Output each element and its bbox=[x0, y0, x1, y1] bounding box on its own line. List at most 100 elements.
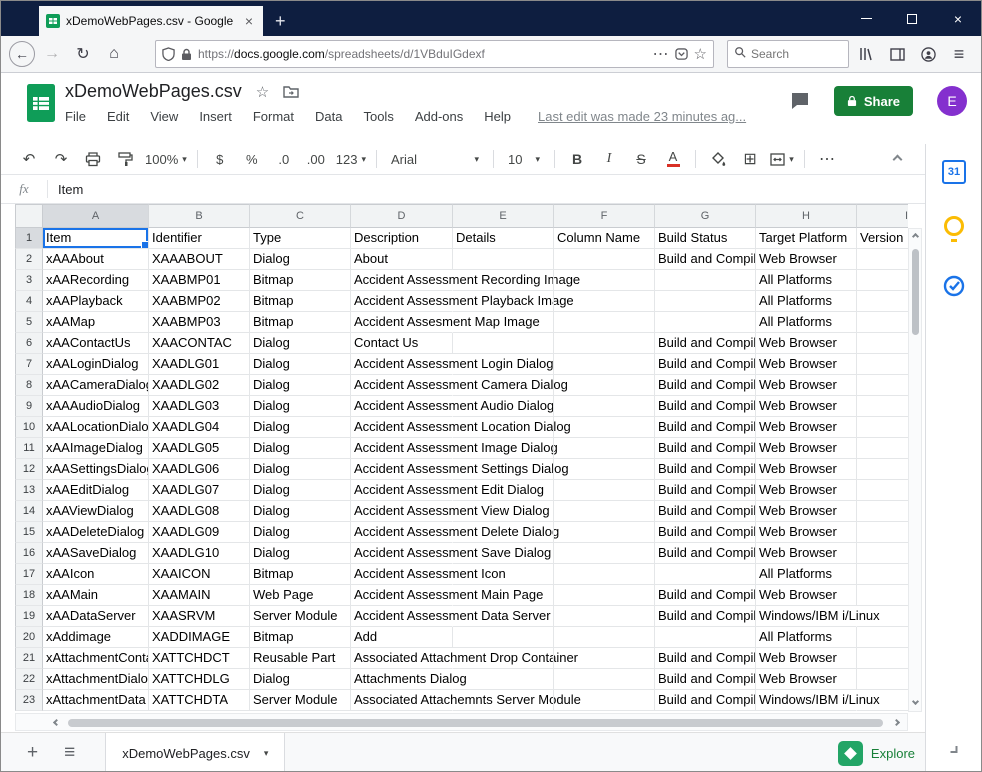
cell-h9[interactable]: Web Browser bbox=[756, 396, 857, 417]
cell-c12[interactable]: Dialog bbox=[250, 459, 351, 480]
cell-g6[interactable]: Build and Compile bbox=[655, 333, 756, 354]
cell-f4[interactable] bbox=[554, 291, 655, 312]
cell-i10[interactable] bbox=[857, 417, 908, 438]
formula-bar[interactable]: fx Item bbox=[1, 175, 925, 204]
cell-c3[interactable]: Bitmap bbox=[250, 270, 351, 291]
cell-e14[interactable] bbox=[453, 501, 554, 522]
cell-d17[interactable]: Accident Assessment Icon bbox=[351, 564, 453, 585]
menu-insert[interactable]: Insert bbox=[199, 109, 232, 124]
row-header-16[interactable]: 16 bbox=[15, 543, 43, 564]
cell-d2[interactable]: About bbox=[351, 249, 453, 270]
avatar[interactable]: E bbox=[937, 86, 967, 116]
menu-data[interactable]: Data bbox=[315, 109, 342, 124]
row-header-18[interactable]: 18 bbox=[15, 585, 43, 606]
column-header-d[interactable]: D bbox=[351, 204, 453, 228]
keep-icon[interactable] bbox=[944, 216, 964, 236]
cell-h1[interactable]: Target Platform bbox=[756, 228, 857, 249]
explore-button[interactable]: Explore bbox=[838, 741, 915, 766]
sheets-logo-icon[interactable] bbox=[27, 84, 55, 127]
cell-i19[interactable] bbox=[857, 606, 908, 627]
vertical-scrollbar[interactable] bbox=[908, 228, 922, 712]
cell-e19[interactable] bbox=[453, 606, 554, 627]
grid-corner[interactable] bbox=[15, 204, 43, 228]
cell-a1[interactable]: Item bbox=[43, 228, 149, 249]
cell-c8[interactable]: Dialog bbox=[250, 375, 351, 396]
cell-b13[interactable]: XAADLG07 bbox=[149, 480, 250, 501]
cell-c14[interactable]: Dialog bbox=[250, 501, 351, 522]
row-header-3[interactable]: 3 bbox=[15, 270, 43, 291]
cell-g11[interactable]: Build and Compile bbox=[655, 438, 756, 459]
close-button[interactable]: × bbox=[935, 1, 981, 36]
cell-h21[interactable]: Web Browser bbox=[756, 648, 857, 669]
cell-e2[interactable] bbox=[453, 249, 554, 270]
cell-b10[interactable]: XAADLG04 bbox=[149, 417, 250, 438]
cell-d16[interactable]: Accident Assessment Save Dialog bbox=[351, 543, 453, 564]
cell-d3[interactable]: Accident Assessment Recording Image bbox=[351, 270, 453, 291]
cell-b19[interactable]: XAASRVM bbox=[149, 606, 250, 627]
forward-button[interactable]: → bbox=[38, 40, 66, 68]
cell-h16[interactable]: Web Browser bbox=[756, 543, 857, 564]
cell-g16[interactable]: Build and Compile bbox=[655, 543, 756, 564]
row-header-5[interactable]: 5 bbox=[15, 312, 43, 333]
cell-g2[interactable]: Build and Compile bbox=[655, 249, 756, 270]
undo-icon[interactable]: ↶ bbox=[17, 147, 41, 171]
row-header-22[interactable]: 22 bbox=[15, 669, 43, 690]
menu-edit[interactable]: Edit bbox=[107, 109, 129, 124]
menu-view[interactable]: View bbox=[150, 109, 178, 124]
cell-d15[interactable]: Accident Assessment Delete Dialog bbox=[351, 522, 453, 543]
tasks-icon[interactable] bbox=[942, 274, 966, 303]
sheet-tab[interactable]: xDemoWebPages.csv ▾ bbox=[105, 733, 285, 772]
scroll-down-icon[interactable] bbox=[911, 698, 918, 705]
cell-e15[interactable] bbox=[453, 522, 554, 543]
cell-c5[interactable]: Bitmap bbox=[250, 312, 351, 333]
cell-g21[interactable]: Build and Compile bbox=[655, 648, 756, 669]
cell-c10[interactable]: Dialog bbox=[250, 417, 351, 438]
calendar-icon[interactable]: 31 bbox=[942, 160, 966, 184]
cell-h3[interactable]: All Platforms bbox=[756, 270, 857, 291]
cell-e17[interactable] bbox=[453, 564, 554, 585]
cell-f16[interactable] bbox=[554, 543, 655, 564]
new-tab-button[interactable]: + bbox=[263, 6, 298, 36]
cell-h6[interactable]: Web Browser bbox=[756, 333, 857, 354]
cell-c15[interactable]: Dialog bbox=[250, 522, 351, 543]
cell-i4[interactable] bbox=[857, 291, 908, 312]
cell-f19[interactable] bbox=[554, 606, 655, 627]
cell-i20[interactable] bbox=[857, 627, 908, 648]
cell-b4[interactable]: XAABMP02 bbox=[149, 291, 250, 312]
row-header-19[interactable]: 19 bbox=[15, 606, 43, 627]
share-button[interactable]: Share bbox=[834, 86, 913, 116]
cell-d23[interactable]: Associated Attachemnts Server Module bbox=[351, 690, 453, 711]
cell-e5[interactable] bbox=[453, 312, 554, 333]
cell-b18[interactable]: XAAMAIN bbox=[149, 585, 250, 606]
cell-a3[interactable]: xAARecording bbox=[43, 270, 149, 291]
bookmark-star-icon[interactable]: ☆ bbox=[694, 45, 707, 63]
row-header-10[interactable]: 10 bbox=[15, 417, 43, 438]
menu-format[interactable]: Format bbox=[253, 109, 294, 124]
cell-c17[interactable]: Bitmap bbox=[250, 564, 351, 585]
row-header-4[interactable]: 4 bbox=[15, 291, 43, 312]
cell-i16[interactable] bbox=[857, 543, 908, 564]
cell-d12[interactable]: Accident Assessment Settings Dialog bbox=[351, 459, 453, 480]
cell-d22[interactable]: Attachments Dialog bbox=[351, 669, 453, 690]
cell-i18[interactable] bbox=[857, 585, 908, 606]
cell-h23[interactable]: Windows/IBM i/Linux bbox=[756, 690, 857, 711]
cell-b2[interactable]: XAAABOUT bbox=[149, 249, 250, 270]
row-header-1[interactable]: 1 bbox=[15, 228, 43, 249]
cell-c23[interactable]: Server Module bbox=[250, 690, 351, 711]
text-color-button[interactable]: A bbox=[661, 147, 685, 171]
cell-f5[interactable] bbox=[554, 312, 655, 333]
cell-a22[interactable]: xAttachmentDialog bbox=[43, 669, 149, 690]
cell-d8[interactable]: Accident Assessment Camera Dialog bbox=[351, 375, 453, 396]
cell-b23[interactable]: XATTCHDTA bbox=[149, 690, 250, 711]
cell-f17[interactable] bbox=[554, 564, 655, 585]
strikethrough-button[interactable]: S bbox=[629, 147, 653, 171]
cell-c21[interactable]: Reusable Part bbox=[250, 648, 351, 669]
cell-i12[interactable] bbox=[857, 459, 908, 480]
cell-h15[interactable]: Web Browser bbox=[756, 522, 857, 543]
cell-a6[interactable]: xAAContactUs bbox=[43, 333, 149, 354]
cell-h5[interactable]: All Platforms bbox=[756, 312, 857, 333]
menu-help[interactable]: Help bbox=[484, 109, 511, 124]
cell-c6[interactable]: Dialog bbox=[250, 333, 351, 354]
cell-c22[interactable]: Dialog bbox=[250, 669, 351, 690]
cell-d1[interactable]: Description bbox=[351, 228, 453, 249]
